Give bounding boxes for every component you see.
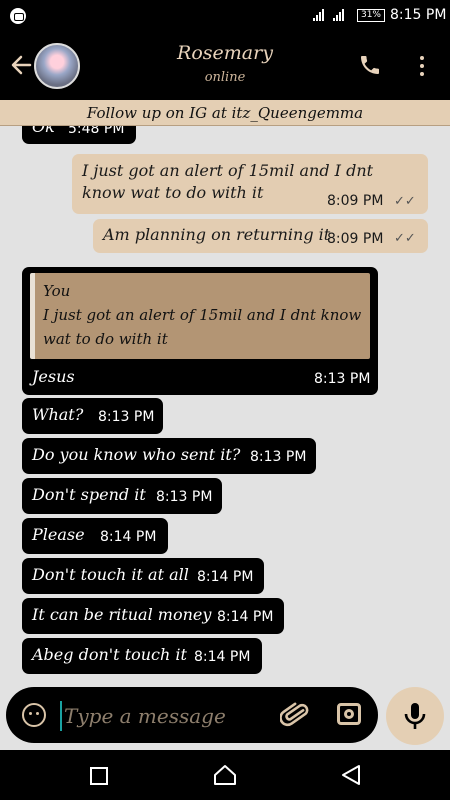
notification-icon xyxy=(10,8,26,24)
camera-icon[interactable] xyxy=(337,703,361,725)
message-incoming-reply[interactable]: You I just got an alert of 15mil and I d… xyxy=(22,267,378,395)
message-text: Ok xyxy=(32,126,55,136)
message-incoming[interactable]: Abeg don't touch it 8:14 PM xyxy=(22,638,262,674)
message-text: Please xyxy=(32,525,85,544)
message-time: 8:14 PM xyxy=(194,649,251,665)
quoted-message[interactable]: You I just got an alert of 15mil and I d… xyxy=(30,273,370,359)
message-outgoing[interactable]: I just got an alert of 15mil and I dnt k… xyxy=(72,154,428,214)
message-text: Do you know who sent it? xyxy=(32,445,241,464)
message-time: 8:09 PM xyxy=(327,231,384,247)
pinned-banner: Follow up on IG at itz_Queengemma xyxy=(0,100,450,126)
quote-author: You xyxy=(43,282,71,300)
message-time: 8:13 PM xyxy=(250,449,307,465)
system-nav-bar xyxy=(0,750,450,800)
recents-icon[interactable] xyxy=(90,767,108,785)
text-cursor xyxy=(60,701,62,731)
message-incoming[interactable]: Don't touch it at all 8:14 PM xyxy=(22,558,264,594)
contact-status: online xyxy=(204,70,246,85)
message-time: 8:09 PM xyxy=(327,193,384,209)
home-icon[interactable] xyxy=(213,764,237,786)
message-time: 8:13 PM xyxy=(156,489,213,505)
message-time: 8:13 PM xyxy=(98,409,155,425)
message-text: Don't touch it at all xyxy=(32,565,189,584)
message-time: 8:13 PM xyxy=(314,371,371,387)
message-text: Am planning on returning it xyxy=(103,225,331,244)
message-incoming[interactable]: Do you know who sent it? 8:13 PM xyxy=(22,438,316,474)
message-incoming[interactable]: Ok 5:48 PM xyxy=(22,126,136,144)
signal-icon xyxy=(313,9,324,21)
message-time: 8:14 PM xyxy=(100,529,157,545)
message-incoming[interactable]: What? 8:13 PM xyxy=(22,398,163,434)
message-time: 8:14 PM xyxy=(197,569,254,585)
message-text: What? xyxy=(32,405,84,424)
message-text: Don't spend it xyxy=(32,485,146,504)
more-vert-icon[interactable] xyxy=(418,54,426,78)
message-incoming[interactable]: Don't spend it 8:13 PM xyxy=(22,478,222,514)
contact-name[interactable]: Rosemary xyxy=(0,42,450,64)
message-outgoing[interactable]: Am planning on returning it 8:09 PM ✓✓ xyxy=(93,219,428,253)
double-check-icon: ✓✓ xyxy=(394,194,416,209)
message-text: It can be ritual money xyxy=(32,605,212,624)
message-incoming[interactable]: It can be ritual money 8:14 PM xyxy=(22,598,284,634)
mic-icon xyxy=(404,703,426,729)
signal-icon-2 xyxy=(333,9,344,21)
nav-back-icon[interactable] xyxy=(340,764,362,786)
message-text: Jesus xyxy=(32,367,75,386)
message-incoming[interactable]: Please 8:14 PM xyxy=(22,518,168,554)
call-icon[interactable] xyxy=(358,53,382,77)
message-time: 8:14 PM xyxy=(217,609,274,625)
message-time: 5:48 PM xyxy=(68,126,125,137)
chat-header: Rosemary online xyxy=(0,32,450,100)
clock: 8:15 PM xyxy=(390,7,447,23)
compose-bar xyxy=(6,687,378,743)
emoji-icon[interactable] xyxy=(22,703,46,727)
quote-text: I just got an alert of 15mil and I dnt k… xyxy=(43,306,362,348)
message-input[interactable] xyxy=(64,699,264,733)
message-text: Abeg don't touch it xyxy=(32,645,187,664)
mic-button[interactable] xyxy=(386,687,444,745)
double-check-icon: ✓✓ xyxy=(394,231,416,246)
battery-icon: 31% xyxy=(357,9,385,22)
message-list[interactable]: Ok 5:48 PM I just got an alert of 15mil … xyxy=(0,126,450,686)
status-bar: 31% 8:15 PM xyxy=(0,0,450,32)
attach-icon[interactable] xyxy=(280,701,310,731)
